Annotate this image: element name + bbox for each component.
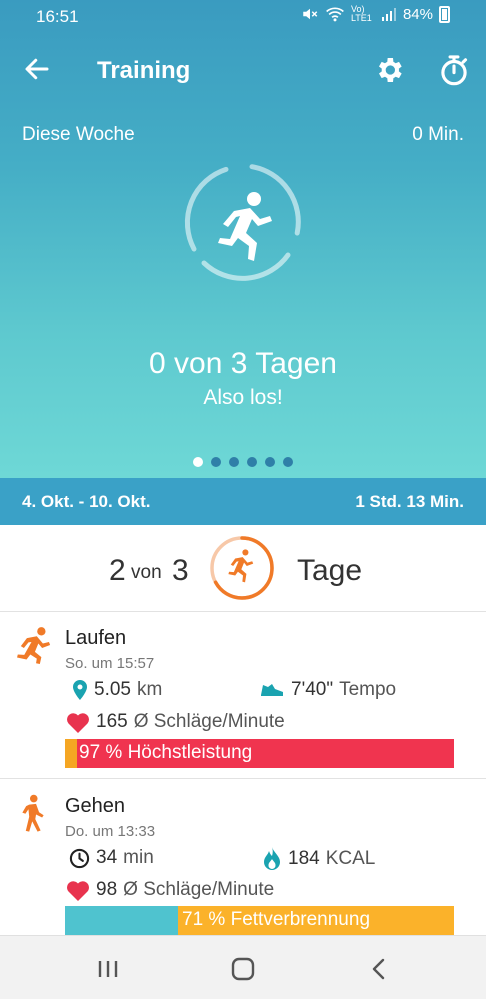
total-duration: 1 Std. 13 Min. xyxy=(355,492,464,511)
activity-date: So. um 15:57 xyxy=(65,655,155,672)
mute-icon xyxy=(303,8,318,20)
activity-name: Gehen xyxy=(65,795,126,817)
heart-icon xyxy=(67,712,89,733)
heart-rate-unit: Ø Schläge/Minute xyxy=(133,711,285,732)
heart-rate-value: 165 xyxy=(96,711,128,732)
flame-icon xyxy=(264,847,280,870)
app-bar: Training xyxy=(0,40,486,102)
distance-stat: 5.05 km xyxy=(72,679,162,701)
gear-icon[interactable] xyxy=(373,54,405,86)
date-range: 4. Okt. - 10. Okt. xyxy=(22,492,151,511)
page-dot[interactable] xyxy=(229,457,239,467)
battery-percent: 84% xyxy=(402,5,433,23)
duration-unit: min xyxy=(123,847,154,868)
activity-date: Do. um 13:33 xyxy=(65,823,156,840)
tage-label: Tage xyxy=(297,554,363,587)
status-time: 16:51 xyxy=(36,7,79,26)
days-goal: 3 xyxy=(172,554,189,587)
hero-panel: 16:51 Vo) LTE1 84% Training Diese Woche … xyxy=(0,0,486,478)
heart-zone-bar: 97 % Höchstleistung xyxy=(65,739,454,768)
back-icon[interactable] xyxy=(366,956,392,982)
running-icon xyxy=(218,192,272,261)
duration-stat: 34 min xyxy=(69,847,154,869)
calories-stat: 184 KCAL xyxy=(262,847,375,871)
distance-unit: km xyxy=(136,679,163,700)
heart-zone-bar: 71 % Fettverbrennung xyxy=(65,906,454,935)
system-nav-bar xyxy=(0,935,486,999)
signal-icon xyxy=(381,8,396,21)
shoe-icon xyxy=(261,684,283,696)
activity-name: Laufen xyxy=(65,627,127,649)
page-title: Training xyxy=(97,57,191,84)
heart-zone-segment xyxy=(65,906,178,935)
heart-zone-segment xyxy=(65,739,77,768)
pace-unit: Tempo xyxy=(339,679,397,700)
weekly-progress-ring xyxy=(184,164,301,281)
page-dot[interactable] xyxy=(283,457,293,467)
recent-apps-icon[interactable] xyxy=(95,956,121,982)
location-pin-icon xyxy=(73,680,87,700)
heart-zone-label: 71 % Fettverbrennung xyxy=(182,909,371,930)
page-dot[interactable] xyxy=(247,457,257,467)
battery-icon xyxy=(439,5,450,23)
date-range-bar: 4. Okt. - 10. Okt. 1 Std. 13 Min. xyxy=(0,478,486,525)
von-label: von xyxy=(131,562,162,583)
network-label: Vo) LTE1 xyxy=(350,4,372,23)
pace-stat: 7'40" Tempo xyxy=(259,679,396,701)
week-label: Diese Woche xyxy=(22,124,135,145)
stopwatch-icon[interactable] xyxy=(438,53,470,87)
running-icon xyxy=(17,627,51,664)
days-done: 2 xyxy=(109,554,126,587)
activity-card-laufen[interactable]: Laufen So. um 15:57 5.05 km 7'40" Tempo … xyxy=(0,612,486,779)
days-progress-text: 0 von 3 Tagen xyxy=(149,347,337,380)
clock-icon xyxy=(69,848,90,868)
walking-icon xyxy=(22,794,44,832)
page-dot[interactable] xyxy=(211,457,221,467)
wifi-icon xyxy=(326,7,344,22)
page-indicator[interactable] xyxy=(193,457,293,467)
page-dot[interactable] xyxy=(265,457,275,467)
home-icon[interactable] xyxy=(230,956,256,982)
motivation-text: Also los! xyxy=(203,386,283,409)
heart-rate-stat: 165 Ø Schläge/Minute xyxy=(66,711,285,733)
activity-card-gehen[interactable]: Gehen Do. um 13:33 34 min 184 KCAL 98 Ø … xyxy=(0,780,486,940)
heart-icon xyxy=(67,880,89,901)
week-minutes: 0 Min. xyxy=(412,124,464,145)
heart-zone-label: 97 % Höchstleistung xyxy=(79,742,253,763)
heart-rate-stat: 98 Ø Schläge/Minute xyxy=(66,879,274,901)
weekly-summary: 2 von 3 Tage xyxy=(0,525,486,612)
distance-value: 5.05 xyxy=(94,679,131,700)
duration-value: 34 xyxy=(96,847,118,868)
days-progress-ring xyxy=(210,536,274,600)
heart-rate-unit: Ø Schläge/Minute xyxy=(123,879,275,900)
calories-unit: KCAL xyxy=(325,848,376,869)
page-dot[interactable] xyxy=(193,457,203,467)
running-icon xyxy=(228,549,254,583)
calories-value: 184 xyxy=(288,848,320,869)
status-bar: 16:51 Vo) LTE1 84% xyxy=(0,0,486,34)
back-arrow-icon[interactable] xyxy=(22,54,52,84)
heart-rate-value: 98 xyxy=(96,879,118,900)
pace-value: 7'40" xyxy=(291,679,334,700)
